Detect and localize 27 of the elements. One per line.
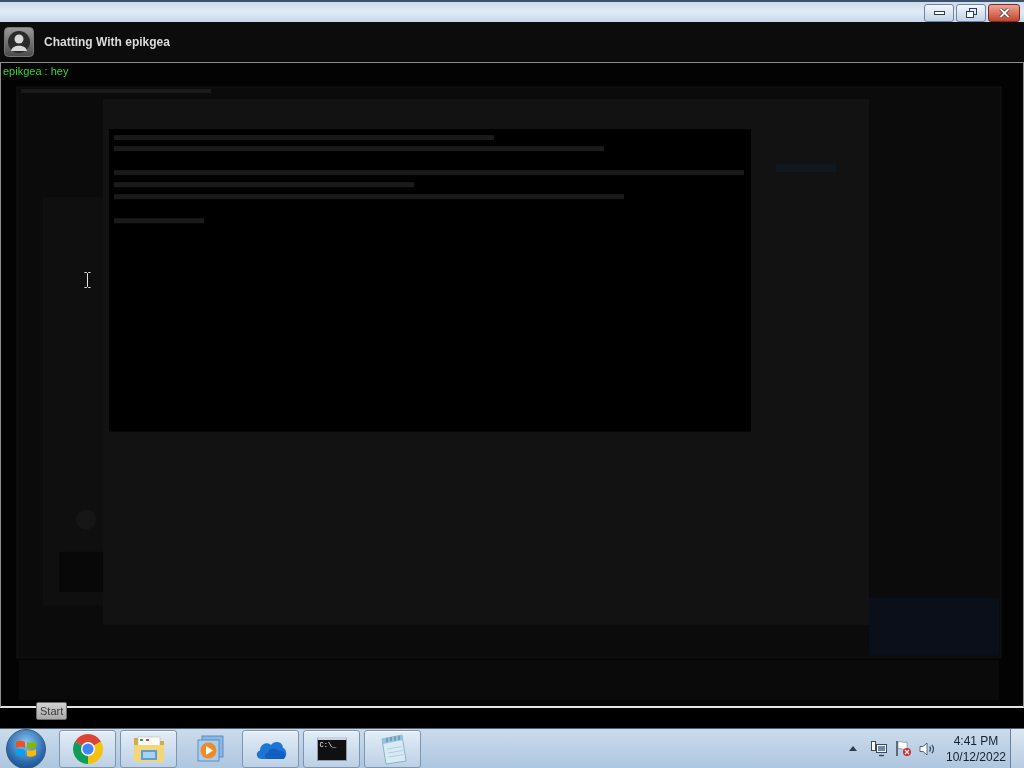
text-cursor-icon (84, 272, 91, 288)
media-player-icon (195, 734, 224, 763)
minimize-button[interactable] (924, 4, 954, 22)
taskbar-button[interactable] (120, 729, 177, 768)
speaker-icon[interactable] (919, 740, 936, 757)
avatar-icon (4, 27, 34, 57)
close-button[interactable] (988, 4, 1020, 22)
show-desktop-button[interactable] (1010, 728, 1024, 768)
flag-icon[interactable] (895, 740, 912, 757)
clock-date[interactable]: 10/12/2022 (945, 748, 1007, 765)
windows-flag-icon (15, 738, 37, 759)
close-icon (998, 8, 1010, 18)
taskbar-button[interactable] (364, 729, 421, 768)
clock-time[interactable]: 4:41 PM (953, 732, 999, 749)
restore-button[interactable] (956, 4, 986, 22)
chrome-logo-icon (71, 732, 104, 765)
minimize-icon (933, 11, 945, 15)
taskbar-button[interactable] (59, 729, 116, 768)
network-icon[interactable] (871, 740, 888, 757)
chat-message: epikgea : hey (2, 64, 69, 79)
tooltip: Start (36, 702, 68, 720)
start-button[interactable] (6, 728, 46, 768)
chat-title: Chatting With epikgea (44, 34, 170, 51)
taskbar-button[interactable] (242, 729, 299, 768)
caret-up-icon (849, 746, 857, 751)
folder-icon (131, 733, 166, 764)
restore-icon (965, 8, 977, 18)
